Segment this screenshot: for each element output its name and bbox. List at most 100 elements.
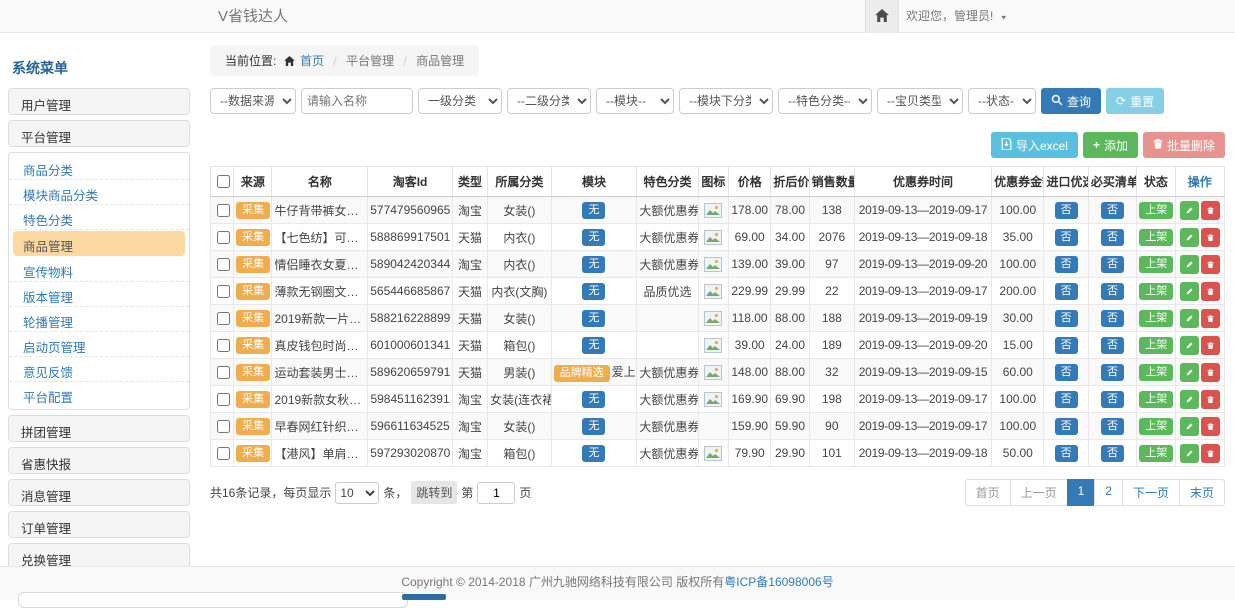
module-badge[interactable]: 无 xyxy=(582,418,605,435)
edit-button[interactable] xyxy=(1180,363,1199,382)
import-excel-button[interactable]: 导入excel xyxy=(991,132,1078,158)
edit-button[interactable] xyxy=(1180,444,1199,463)
filter-select[interactable]: --模块下分类-- xyxy=(679,88,773,114)
delete-button[interactable] xyxy=(1201,417,1220,436)
status-toggle[interactable]: 上架 xyxy=(1139,391,1173,408)
filter-select[interactable]: --数据来源-- xyxy=(210,88,296,114)
must-buy-toggle[interactable]: 否 xyxy=(1101,337,1124,354)
delete-button[interactable] xyxy=(1201,444,1220,463)
import-toggle[interactable]: 否 xyxy=(1055,337,1078,354)
filter-select[interactable]: --模块-- xyxy=(596,88,674,114)
must-buy-toggle[interactable]: 否 xyxy=(1101,445,1124,462)
sidebar-item[interactable]: 商品管理 xyxy=(13,231,185,256)
must-buy-toggle[interactable]: 否 xyxy=(1101,418,1124,435)
filter-select[interactable]: --特色分类-- xyxy=(778,88,872,114)
delete-button[interactable] xyxy=(1201,309,1220,328)
sidebar-group[interactable]: 用户管理 xyxy=(8,88,190,115)
row-checkbox[interactable] xyxy=(217,258,230,271)
row-checkbox[interactable] xyxy=(217,366,230,379)
must-buy-toggle[interactable]: 否 xyxy=(1101,256,1124,273)
status-toggle[interactable]: 上架 xyxy=(1139,364,1173,381)
sidebar-group[interactable]: 消息管理 xyxy=(8,479,190,506)
jump-button[interactable]: 跳转到 xyxy=(411,481,457,504)
module-badge[interactable]: 无 xyxy=(582,391,605,408)
edit-button[interactable] xyxy=(1180,228,1199,247)
module-badge[interactable]: 无 xyxy=(582,202,605,219)
edit-button[interactable] xyxy=(1180,417,1199,436)
status-toggle[interactable]: 上架 xyxy=(1139,229,1173,246)
status-toggle[interactable]: 上架 xyxy=(1139,283,1173,300)
row-checkbox[interactable] xyxy=(217,447,230,460)
select-all-checkbox[interactable] xyxy=(217,175,230,188)
must-buy-toggle[interactable]: 否 xyxy=(1101,283,1124,300)
sidebar-group[interactable]: 订单管理 xyxy=(8,511,190,538)
edit-button[interactable] xyxy=(1180,390,1199,409)
edit-button[interactable] xyxy=(1180,255,1199,274)
status-toggle[interactable]: 上架 xyxy=(1139,418,1173,435)
delete-button[interactable] xyxy=(1201,390,1220,409)
page-number-input[interactable] xyxy=(477,482,515,504)
delete-button[interactable] xyxy=(1201,255,1220,274)
must-buy-toggle[interactable]: 否 xyxy=(1101,229,1124,246)
filter-select[interactable]: 一级分类 xyxy=(418,88,502,114)
import-toggle[interactable]: 否 xyxy=(1055,418,1078,435)
module-badge[interactable]: 无 xyxy=(582,283,605,300)
module-badge[interactable]: 无 xyxy=(582,256,605,273)
row-checkbox[interactable] xyxy=(217,285,230,298)
page-button[interactable]: 末页 xyxy=(1179,479,1225,506)
name-search-input[interactable] xyxy=(301,88,413,114)
must-buy-toggle[interactable]: 否 xyxy=(1101,364,1124,381)
status-toggle[interactable]: 上架 xyxy=(1139,256,1173,273)
delete-button[interactable] xyxy=(1201,336,1220,355)
edit-button[interactable] xyxy=(1180,309,1199,328)
sidebar-item[interactable]: 宣传物料 xyxy=(9,257,189,282)
batch-delete-button[interactable]: 批量删除 xyxy=(1143,132,1225,158)
delete-button[interactable] xyxy=(1201,228,1220,247)
import-toggle[interactable]: 否 xyxy=(1055,445,1078,462)
sidebar-group[interactable]: 兑换管理 xyxy=(8,543,190,568)
page-button[interactable]: 2 xyxy=(1094,479,1123,506)
must-buy-toggle[interactable]: 否 xyxy=(1101,391,1124,408)
delete-button[interactable] xyxy=(1201,201,1220,220)
add-button[interactable]: + 添加 xyxy=(1083,132,1138,158)
module-badge[interactable]: 无 xyxy=(582,310,605,327)
sidebar-item[interactable]: 启动页管理 xyxy=(9,332,189,357)
breadcrumb-home-link[interactable]: 首页 xyxy=(300,54,324,68)
module-badge[interactable]: 无 xyxy=(582,229,605,246)
home-button[interactable] xyxy=(865,0,899,33)
filter-select[interactable]: --状态-- xyxy=(968,88,1036,114)
sidebar-item[interactable]: 平台配置 xyxy=(9,382,189,407)
must-buy-toggle[interactable]: 否 xyxy=(1101,202,1124,219)
page-button[interactable]: 1 xyxy=(1067,479,1096,506)
import-toggle[interactable]: 否 xyxy=(1055,283,1078,300)
per-page-select[interactable]: 10 xyxy=(335,482,379,504)
reset-button[interactable]: ⟳ 重置 xyxy=(1106,88,1164,114)
filter-select[interactable]: --二级分类-- xyxy=(507,88,591,114)
delete-button[interactable] xyxy=(1201,282,1220,301)
sidebar-group[interactable]: 拼团管理 xyxy=(8,415,190,442)
status-toggle[interactable]: 上架 xyxy=(1139,202,1173,219)
sidebar-item[interactable]: 商品分类 xyxy=(9,155,189,180)
status-toggle[interactable]: 上架 xyxy=(1139,337,1173,354)
page-button[interactable]: 下一页 xyxy=(1122,479,1180,506)
import-toggle[interactable]: 否 xyxy=(1055,229,1078,246)
sidebar-item[interactable]: 特色分类 xyxy=(9,205,189,230)
import-toggle[interactable]: 否 xyxy=(1055,202,1078,219)
row-checkbox[interactable] xyxy=(217,312,230,325)
module-badge[interactable]: 无 xyxy=(582,445,605,462)
row-checkbox[interactable] xyxy=(217,420,230,433)
delete-button[interactable] xyxy=(1201,363,1220,382)
sidebar-group[interactable]: 平台管理 xyxy=(8,120,190,147)
page-button[interactable]: 上一页 xyxy=(1010,479,1068,506)
module-badge[interactable]: 无 xyxy=(582,337,605,354)
module-badge[interactable]: 品牌精选 xyxy=(554,365,610,382)
status-toggle[interactable]: 上架 xyxy=(1139,310,1173,327)
edit-button[interactable] xyxy=(1180,336,1199,355)
icp-link[interactable]: 粤ICP备16098006号 xyxy=(724,575,833,589)
sidebar-item[interactable]: 意见反馈 xyxy=(9,357,189,382)
sidebar-item[interactable]: 模块商品分类 xyxy=(9,180,189,205)
sidebar-item[interactable]: 版本管理 xyxy=(9,282,189,307)
search-button[interactable]: 查询 xyxy=(1041,88,1101,114)
import-toggle[interactable]: 否 xyxy=(1055,364,1078,381)
import-toggle[interactable]: 否 xyxy=(1055,391,1078,408)
